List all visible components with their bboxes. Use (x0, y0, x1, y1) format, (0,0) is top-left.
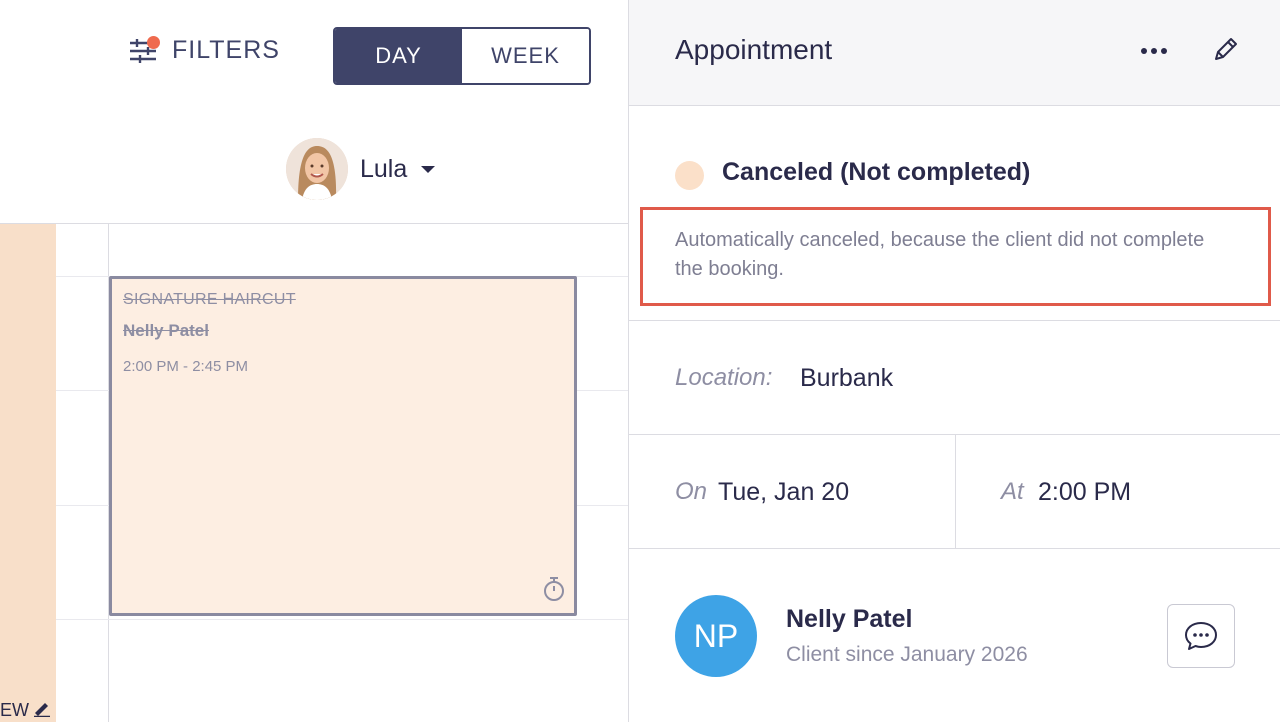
filters-button[interactable]: FILTERS (128, 34, 280, 66)
appointment-panel: Appointment Canceled (Not completed) Aut… (628, 0, 1280, 722)
field-divider (955, 435, 956, 549)
filters-label: FILTERS (172, 35, 280, 64)
location-value: Burbank (800, 364, 894, 392)
status-label: Canceled (Not completed) (722, 158, 1031, 186)
adjacent-column[interactable] (0, 224, 56, 722)
view-toggle: DAY WEEK (333, 27, 591, 85)
edit-icon (1215, 38, 1237, 60)
section-divider (629, 548, 1280, 549)
status-dot (675, 161, 704, 190)
time-value[interactable]: 2:00 PM (1038, 478, 1131, 507)
chat-icon (1185, 622, 1217, 650)
date-label: On (675, 478, 708, 505)
more-options-button[interactable] (1137, 36, 1171, 66)
section-divider (629, 320, 1280, 321)
timer-icon (542, 576, 566, 607)
notification-dot (147, 36, 160, 49)
week-view-button[interactable]: WEEK (462, 29, 589, 83)
staff-avatar (286, 138, 348, 200)
message-client-button[interactable] (1167, 604, 1235, 668)
location-label: Location: (675, 364, 773, 391)
appointment-client: Nelly Patel (123, 321, 209, 340)
grid-divider (0, 223, 628, 224)
client-since: Client since January 2026 (786, 643, 1028, 666)
more-horizontal-icon (1141, 48, 1167, 54)
hour-line (56, 619, 628, 620)
appointment-service: SIGNATURE HAIRCUT (123, 291, 296, 308)
date-value[interactable]: Tue, Jan 20 (718, 478, 849, 507)
staff-name: Lula (360, 154, 408, 183)
chevron-down-icon (421, 165, 436, 173)
day-view-button[interactable]: DAY (335, 29, 462, 83)
column-label[interactable]: EW (0, 699, 51, 722)
edit-button[interactable] (1207, 32, 1243, 68)
column-label-text: EW (0, 700, 29, 720)
client-avatar[interactable]: NP (675, 595, 757, 677)
client-name[interactable]: Nelly Patel (786, 605, 912, 634)
panel-title: Appointment (675, 34, 833, 65)
pencil-icon (33, 699, 51, 722)
panel-header: Appointment (629, 0, 1280, 106)
appointment-time: 2:00 PM - 2:45 PM (123, 358, 249, 375)
appointment-block[interactable]: SIGNATURE HAIRCUT Nelly Patel 2:00 PM - … (109, 276, 577, 616)
calendar-view: FILTERS DAY WEEK Lula SIGNATURE HAIRCUT … (0, 0, 628, 722)
staff-selector[interactable]: Lula (286, 138, 436, 200)
sliders-icon (128, 34, 160, 66)
cancel-reason: Automatically canceled, because the clie… (675, 229, 1205, 280)
time-label: At (1001, 478, 1024, 505)
